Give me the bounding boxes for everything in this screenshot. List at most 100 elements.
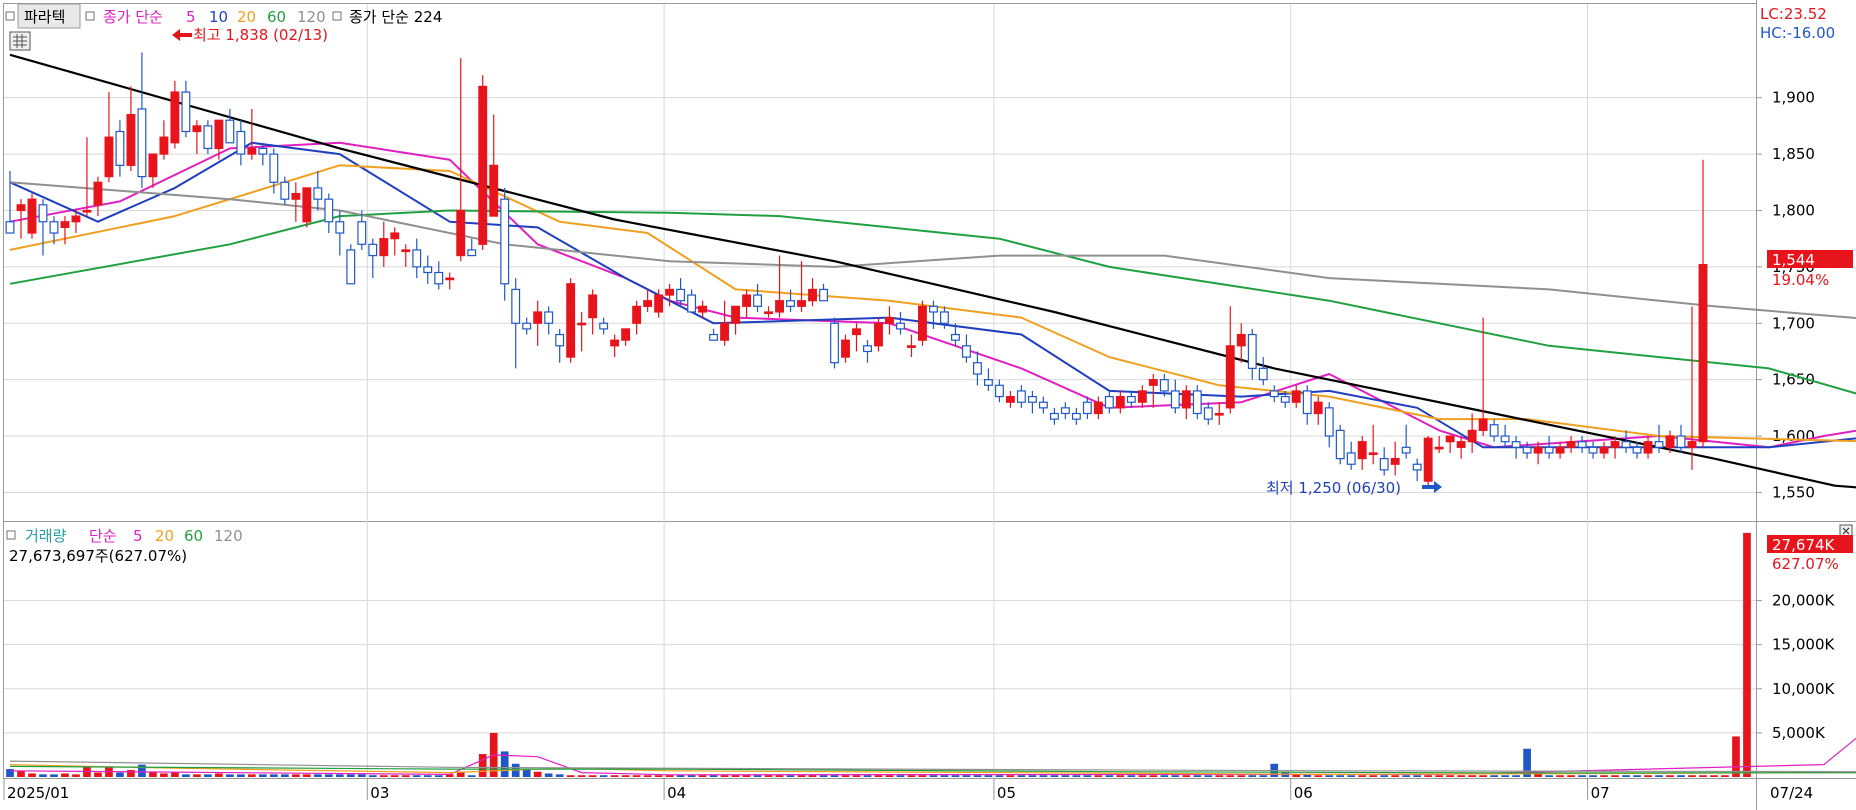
- volume-ma-period-20: 20: [155, 527, 174, 545]
- volume-bar: [1039, 775, 1048, 777]
- candle-body: [1621, 441, 1631, 448]
- candle-body: [972, 362, 982, 375]
- volume-bar: [1325, 775, 1334, 777]
- candle-body: [357, 221, 367, 245]
- candle-body: [1412, 463, 1422, 471]
- candle-body: [1291, 390, 1301, 403]
- volume-bar: [116, 772, 124, 777]
- volume-bar: [467, 775, 476, 777]
- candle-body: [643, 300, 653, 307]
- volume-bar: [1138, 775, 1147, 777]
- candle-body: [1049, 412, 1059, 420]
- candle-body: [126, 113, 136, 166]
- volume-bar: [346, 774, 355, 777]
- candle-body: [258, 147, 268, 155]
- candle-body: [170, 91, 180, 144]
- volume-bar: [951, 775, 960, 777]
- volume-bar: [335, 774, 344, 777]
- volume-bar: [269, 774, 278, 777]
- low-label: 최저 1,250 (06/30): [1266, 479, 1401, 497]
- volume-ma-period-60: 60: [184, 527, 203, 545]
- volume-bar: [1501, 775, 1509, 777]
- long-ma-box-icon[interactable]: [332, 11, 342, 21]
- candle-body: [610, 339, 620, 347]
- date-tick-label: 06: [1294, 784, 1313, 802]
- volume-bar: [434, 775, 443, 777]
- candle-body: [929, 305, 938, 313]
- candle-body: [720, 322, 730, 341]
- candle-body: [961, 345, 971, 358]
- candle-body: [907, 345, 916, 348]
- candle-body: [1676, 435, 1686, 448]
- volume-bar: [50, 774, 58, 777]
- candle-body: [1302, 390, 1312, 415]
- volume-bar: [599, 775, 608, 777]
- volume-bar: [907, 775, 916, 777]
- volume-bar: [1622, 775, 1630, 777]
- candle-body: [1445, 435, 1455, 443]
- price-tick-label: 1,900: [1772, 89, 1815, 107]
- candle-body: [379, 238, 389, 257]
- volume-bar: [1336, 775, 1345, 777]
- volume-bar: [720, 775, 729, 777]
- volume-bar: [940, 775, 949, 777]
- volume-bar: [1710, 775, 1718, 777]
- volume-bar: [1743, 532, 1751, 777]
- candle-body: [830, 322, 839, 364]
- candle-body: [1467, 429, 1477, 443]
- volume-bar: [1644, 775, 1652, 777]
- volume-ma-period-120: 120: [214, 527, 243, 545]
- volume-bar: [1237, 775, 1246, 777]
- candle-body: [1071, 412, 1081, 420]
- volume-bar: [731, 775, 740, 777]
- price-ma-period-60: 60: [267, 8, 286, 26]
- date-tick-label: 05: [997, 784, 1016, 802]
- candle-body: [1687, 441, 1697, 448]
- candle-body: [1522, 446, 1532, 454]
- candle-body: [1698, 264, 1708, 443]
- volume-bar: [1226, 775, 1235, 777]
- price-tick-label: 1,700: [1772, 314, 1815, 332]
- candle-body: [1500, 435, 1510, 443]
- volume-bar: [962, 775, 971, 777]
- candle-body: [742, 294, 752, 307]
- volume-bar: [709, 775, 718, 777]
- candle-body: [38, 204, 48, 223]
- candle: [918, 300, 927, 346]
- volume-bar: [687, 775, 696, 777]
- volume-bar: [1127, 775, 1136, 777]
- volume-bar: [1006, 775, 1015, 777]
- volume-bar: [1193, 775, 1202, 777]
- volume-bar: [1072, 775, 1081, 777]
- volume-bar: [423, 775, 432, 777]
- indicator-box-icon[interactable]: [5, 11, 15, 21]
- volume-bar: [1204, 775, 1213, 777]
- volume-bar: [764, 775, 773, 777]
- volume-bar: [621, 775, 630, 777]
- candle-body: [1489, 424, 1499, 437]
- high-annotation: 최고 1,838 (02/13): [172, 26, 328, 44]
- price-ma-box-icon[interactable]: [85, 11, 95, 21]
- volume-bar: [1677, 775, 1685, 777]
- volume-bar: [885, 775, 894, 777]
- volume-bar: [1490, 775, 1498, 777]
- price-tick-label: 1,550: [1772, 483, 1815, 501]
- volume-bar: [412, 775, 421, 777]
- candle-body: [1390, 458, 1400, 465]
- volume-current-value: 27,673,697주(627.07%): [9, 547, 187, 565]
- candle-body: [434, 271, 444, 285]
- candle-body: [1313, 401, 1323, 415]
- volume-bar: [654, 775, 663, 777]
- candle-body: [16, 204, 26, 212]
- volume-bar: [533, 771, 542, 777]
- candle-body: [1192, 390, 1202, 415]
- candle-body: [522, 322, 532, 330]
- volume-bar: [973, 775, 982, 777]
- volume-bar: [1479, 775, 1487, 777]
- volume-bar: [160, 773, 168, 777]
- volume-tick-label: 10,000K: [1772, 680, 1835, 698]
- candle-body: [808, 288, 817, 302]
- volume-box-icon[interactable]: [6, 530, 16, 540]
- candle: [27, 193, 37, 239]
- candle-body: [983, 379, 993, 386]
